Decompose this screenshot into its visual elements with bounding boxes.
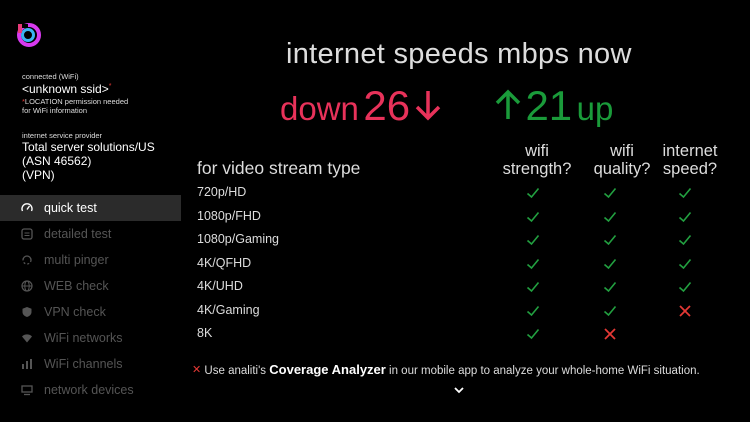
nav-network-devices[interactable]: network devices	[0, 377, 181, 403]
column-wifi-strength: wifi strength?	[502, 142, 572, 178]
app-logo	[17, 23, 41, 47]
devices-icon	[20, 383, 34, 397]
check-icon	[526, 305, 540, 316]
cross-icon	[679, 304, 691, 317]
check-icon	[603, 281, 617, 293]
page-title: internet speeds mbps now	[286, 38, 632, 70]
nav-wifi-networks[interactable]: WiFi networks	[0, 325, 181, 351]
isp-label: internet service provider	[22, 131, 103, 140]
download-label: down	[280, 90, 359, 127]
nav-wifi-channels[interactable]: WiFi channels	[0, 351, 181, 377]
check-icon	[526, 328, 540, 340]
upload-speed: 21 up	[495, 82, 613, 130]
multi-pinger-icon	[20, 253, 34, 267]
sidebar-nav: quick test detailed test multi pinger WE…	[0, 195, 181, 403]
table-row-label: 1080p/FHD	[197, 208, 261, 223]
table-row-label: 720p/HD	[197, 185, 247, 199]
wifi-icon	[20, 331, 34, 345]
nav-web-check[interactable]: WEB check	[0, 273, 181, 299]
nav-multi-pinger[interactable]: multi pinger	[0, 247, 181, 273]
check-icon	[526, 234, 540, 246]
check-icon	[678, 281, 692, 293]
check-icon	[603, 258, 617, 269]
upload-label: up	[576, 90, 614, 127]
check-icon	[603, 305, 617, 316]
check-icon	[603, 211, 617, 222]
nav-detailed-test[interactable]: detailed test	[0, 221, 181, 247]
table-title: for video stream type	[197, 158, 361, 178]
ssid-value: <unknown ssid>*	[22, 82, 112, 96]
check-icon	[603, 187, 617, 199]
table-row-label: 8K	[197, 326, 213, 340]
table-row-label: 4K/UHD	[197, 279, 243, 293]
nav-quick-test[interactable]: quick test	[0, 195, 181, 221]
column-internet-speed: internet speed?	[662, 142, 718, 178]
check-icon	[678, 211, 692, 222]
check-icon	[526, 211, 540, 222]
check-icon	[526, 187, 540, 199]
check-icon	[526, 281, 540, 293]
shield-icon	[20, 305, 34, 319]
chevron-down-icon[interactable]	[452, 385, 466, 395]
check-icon	[678, 187, 692, 199]
gauge-icon	[20, 201, 34, 215]
isp-value: Total server solutions/US (ASN 46562) (V…	[22, 140, 155, 182]
table-row-label: 4K/QFHD	[197, 255, 252, 270]
check-icon	[678, 234, 692, 246]
cross-icon	[604, 328, 616, 340]
table-row-label: 4K/Gaming	[197, 302, 260, 317]
download-value: 26	[363, 82, 411, 129]
detailed-test-icon	[20, 227, 34, 241]
cross-icon: ✕	[192, 364, 202, 376]
arrow-down-icon	[415, 91, 440, 121]
check-icon	[603, 234, 617, 246]
upload-value: 21	[525, 82, 573, 129]
table-row-label: 1080p/Gaming	[197, 232, 280, 246]
check-icon	[526, 258, 540, 269]
location-permission-note: *LOCATION permission needed for WiFi inf…	[22, 97, 129, 115]
check-icon	[678, 258, 692, 269]
nav-vpn-check[interactable]: VPN check	[0, 299, 181, 325]
coverage-analyzer-note: ✕ Use analiti's Coverage Analyzer in our…	[192, 362, 700, 377]
arrow-up-icon	[495, 89, 521, 119]
download-speed: down 26	[280, 82, 441, 130]
globe-icon	[20, 279, 34, 293]
channels-icon	[20, 357, 34, 371]
